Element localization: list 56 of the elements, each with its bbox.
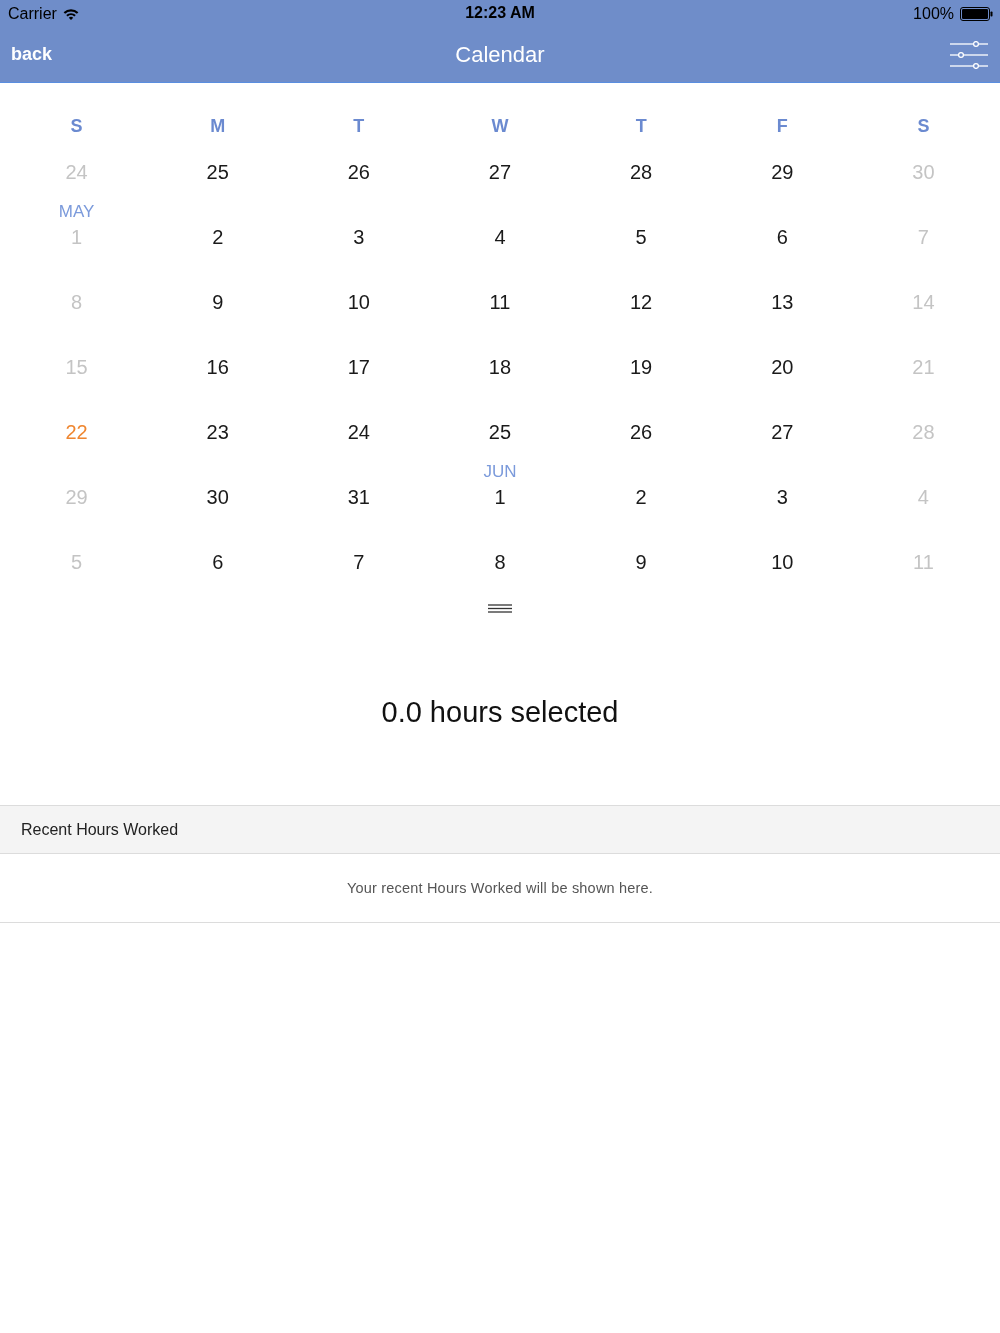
carrier-label: Carrier	[8, 3, 57, 24]
weekday-label: S	[70, 115, 83, 138]
calendar-day[interactable]: 7	[347, 546, 371, 578]
calendar-day[interactable]: 11	[483, 286, 517, 318]
empty-message: Your recent Hours Worked will be shown here.	[346, 879, 654, 897]
calendar-day[interactable]: 3	[770, 481, 794, 513]
weekday-label: S	[917, 115, 930, 138]
calendar-day[interactable]: 28	[624, 156, 659, 188]
calendar-day[interactable]: 27	[482, 156, 518, 188]
section-title: Recent Hours Worked	[21, 819, 179, 840]
drag-handle-icon[interactable]	[488, 604, 512, 613]
weekday-label: T	[353, 115, 365, 138]
calendar-day[interactable]: 31	[341, 481, 376, 513]
weekday-label: T	[635, 115, 647, 138]
calendar-day[interactable]: 8	[488, 546, 512, 578]
wifi-icon	[62, 7, 79, 20]
calendar-day[interactable]: 25	[200, 156, 235, 188]
calendar-day[interactable]: 10	[341, 286, 376, 318]
calendar-day[interactable]: 29	[765, 156, 800, 188]
nav-title: Calendar	[455, 40, 545, 69]
calendar-day[interactable]: 2	[206, 221, 230, 253]
calendar-day[interactable]: 17	[341, 351, 376, 383]
calendar-day[interactable]: 9	[206, 286, 230, 318]
calendar-day[interactable]: 24	[341, 416, 376, 448]
calendar-day[interactable]: 6	[206, 546, 230, 578]
calendar-day[interactable]: 26	[624, 416, 659, 448]
calendar-day[interactable]: 2	[629, 481, 653, 513]
month-label: MAY	[58, 203, 95, 221]
calendar-day[interactable]: 10	[765, 546, 800, 578]
calendar-day[interactable]: 13	[765, 286, 800, 318]
calendar-day[interactable]: 5	[629, 221, 653, 253]
calendar-day[interactable]: 30	[200, 481, 235, 513]
calendar-day[interactable]: 25	[482, 416, 518, 448]
calendar-day[interactable]: 6	[770, 221, 794, 253]
calendar-day[interactable]: 16	[200, 351, 235, 383]
battery-icon	[960, 6, 993, 21]
weekday-label: M	[210, 115, 226, 138]
calendar-day[interactable]: 1	[488, 481, 512, 513]
calendar-day[interactable]: 12	[624, 286, 659, 318]
calendar-day[interactable]: 19	[624, 351, 659, 383]
calendar-day[interactable]: 3	[347, 221, 371, 253]
weekday-label: F	[776, 115, 788, 138]
calendar-day[interactable]: 4	[488, 221, 512, 253]
weekday-label: W	[491, 115, 509, 138]
calendar-day[interactable]: 27	[765, 416, 800, 448]
calendar-day[interactable]: 20	[765, 351, 800, 383]
calendar-day[interactable]: 26	[341, 156, 376, 188]
calendar-day[interactable]: 18	[482, 351, 518, 383]
filter-button[interactable]	[950, 40, 988, 69]
calendar-day[interactable]: 9	[629, 546, 653, 578]
sliders-icon	[950, 40, 988, 69]
month-label: JUN	[483, 463, 517, 481]
hours-selected-text: 0.0 hours selected	[381, 695, 619, 730]
battery-percent: 100%	[913, 3, 954, 24]
calendar-day[interactable]: 23	[200, 416, 235, 448]
status-time: 12:23 AM	[465, 3, 535, 23]
